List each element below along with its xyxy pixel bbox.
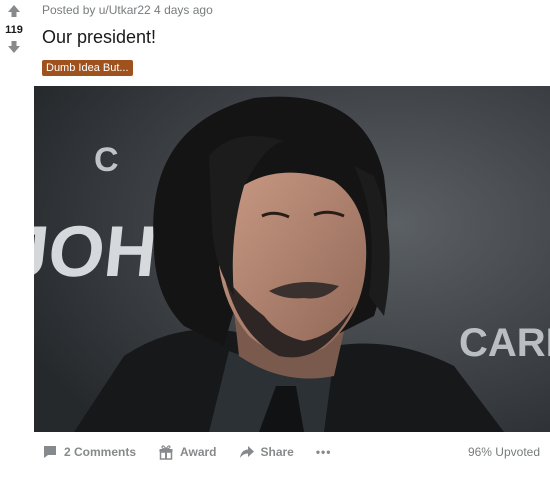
gift-icon	[159, 445, 173, 460]
post-title[interactable]: Our president!	[42, 27, 156, 48]
comments-button[interactable]: 2 Comments	[42, 444, 136, 460]
upvote-icon[interactable]	[7, 4, 21, 18]
share-label: Share	[260, 445, 294, 459]
vote-column: 119	[0, 4, 28, 54]
post-image[interactable]: C JOHN CARL	[34, 86, 550, 432]
more-icon: •••	[315, 445, 332, 459]
comment-icon	[44, 446, 56, 458]
award-button[interactable]: Award	[158, 444, 217, 460]
more-options-button[interactable]: •••	[316, 445, 332, 459]
post-flair[interactable]: Dumb Idea But...	[42, 60, 133, 76]
vote-score: 119	[5, 24, 23, 36]
svg-text:CARL: CARL	[459, 321, 550, 365]
upvote-ratio: 96% Upvoted	[467, 445, 540, 459]
downvote-icon[interactable]	[7, 40, 21, 54]
svg-text:C: C	[94, 141, 119, 179]
post-actions: 2 Comments Award Share ••• 96% Upvoted	[42, 442, 540, 462]
award-label: Award	[180, 445, 217, 459]
post-meta[interactable]: Posted by u/Utkar22 4 days ago	[42, 3, 213, 17]
share-icon	[239, 446, 254, 458]
portrait-photo: C JOHN CARL	[34, 86, 550, 432]
share-button[interactable]: Share	[239, 444, 294, 460]
comments-label: 2 Comments	[64, 445, 137, 459]
